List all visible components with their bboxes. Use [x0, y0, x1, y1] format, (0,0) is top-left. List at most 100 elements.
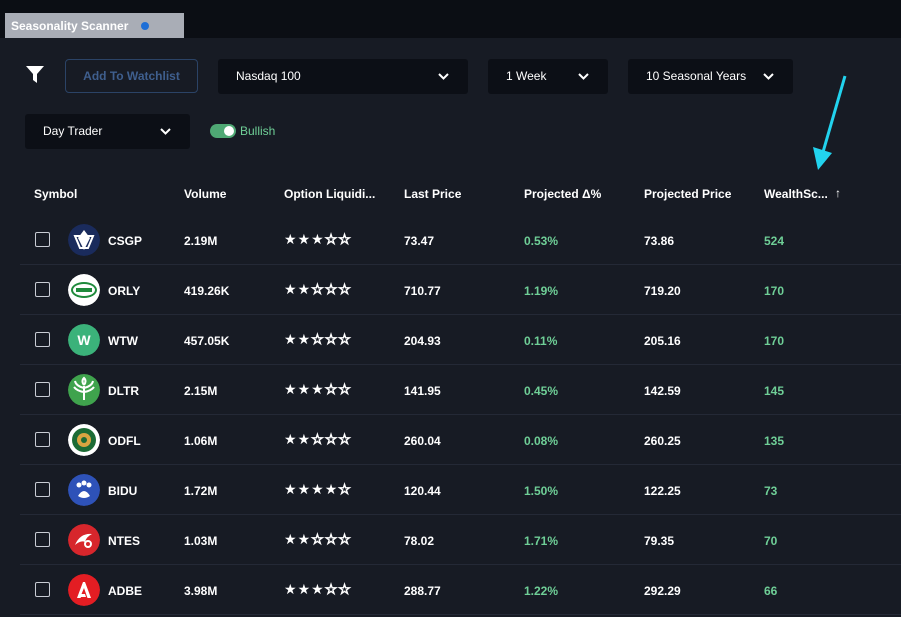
- star-empty-icon: ☆: [311, 531, 325, 548]
- row-checkbox[interactable]: [35, 232, 50, 247]
- volume-cell: 2.15M: [184, 384, 218, 398]
- col-wealthscore[interactable]: WealthSc...: [764, 187, 828, 201]
- star-empty-icon: ☆: [338, 231, 352, 248]
- symbol-cell[interactable]: ORLY: [108, 284, 140, 298]
- chevron-down-icon: [578, 73, 589, 80]
- star-empty-icon: ☆: [338, 281, 352, 298]
- wealthscore-cell: 73: [764, 484, 778, 498]
- col-volume[interactable]: Volume: [184, 187, 226, 201]
- star-filled-icon: ★: [311, 581, 325, 597]
- table-row[interactable]: W WTW 457.05K ★★☆☆☆ 204.93 0.11% 205.16 …: [20, 315, 901, 365]
- last-price-cell: 73.47: [404, 234, 435, 248]
- star-filled-icon: ★: [284, 381, 298, 397]
- volume-cell: 1.06M: [184, 434, 218, 448]
- star-filled-icon: ★: [297, 381, 312, 397]
- row-checkbox[interactable]: [35, 582, 50, 597]
- star-filled-icon: ★: [284, 431, 298, 447]
- col-projected-delta[interactable]: Projected Δ%: [524, 187, 601, 201]
- chevron-down-icon: [438, 73, 449, 80]
- projected-price-cell: 122.25: [644, 484, 681, 498]
- table-row[interactable]: BIDU 1.72M ★★★★☆ 120.44 1.50% 122.25 73: [20, 465, 901, 515]
- wealthscore-cell: 70: [764, 534, 778, 548]
- row-checkbox[interactable]: [35, 332, 50, 347]
- col-option-liquidity[interactable]: Option Liquidi...: [284, 187, 375, 201]
- symbol-cell[interactable]: ODFL: [108, 434, 141, 448]
- symbol-cell[interactable]: BIDU: [108, 484, 137, 498]
- star-empty-icon: ☆: [324, 281, 339, 298]
- projected-price-cell: 79.35: [644, 534, 675, 548]
- top-bar: Seasonality Scanner: [0, 0, 901, 38]
- col-symbol[interactable]: Symbol: [34, 187, 77, 201]
- annotation-arrow-icon: [813, 75, 847, 170]
- star-filled-icon: ★: [297, 581, 312, 597]
- table-row[interactable]: ODFL 1.06M ★★☆☆☆ 260.04 0.08% 260.25 135: [20, 415, 901, 465]
- row-checkbox[interactable]: [35, 482, 50, 497]
- option-liquidity-stars: ★★★☆☆: [284, 381, 352, 398]
- star-filled-icon: ★: [284, 581, 298, 597]
- volume-cell: 419.26K: [184, 284, 230, 298]
- filter-icon[interactable]: [26, 66, 44, 83]
- projected-delta-cell: 0.45%: [524, 384, 559, 398]
- wealthscore-cell: 524: [764, 234, 785, 248]
- row-checkbox[interactable]: [35, 532, 50, 547]
- seasonal-years-dropdown[interactable]: 10 Seasonal Years: [628, 59, 793, 94]
- col-projected-price[interactable]: Projected Price: [644, 187, 731, 201]
- row-checkbox[interactable]: [35, 382, 50, 397]
- star-filled-icon: ★: [311, 231, 325, 247]
- tab-title: Seasonality Scanner: [11, 19, 129, 33]
- volume-cell: 1.72M: [184, 484, 218, 498]
- option-liquidity-stars: ★★☆☆☆: [284, 281, 352, 298]
- projected-price-cell: 292.29: [644, 584, 681, 598]
- sort-ascending-icon[interactable]: ↑: [835, 186, 841, 200]
- tab-status-dot: [141, 22, 149, 30]
- bullish-label: Bullish: [240, 124, 276, 138]
- star-filled-icon: ★: [297, 431, 312, 447]
- option-liquidity-stars: ★★☆☆☆: [284, 331, 352, 348]
- symbol-cell[interactable]: NTES: [108, 534, 140, 548]
- svg-text:W: W: [77, 332, 91, 348]
- bullish-toggle[interactable]: [210, 124, 236, 138]
- option-liquidity-stars: ★★☆☆☆: [284, 431, 352, 448]
- symbol-cell[interactable]: WTW: [108, 334, 138, 348]
- orly-logo-icon: [68, 274, 100, 306]
- star-filled-icon: ★: [311, 481, 325, 497]
- period-dropdown[interactable]: 1 Week: [488, 59, 608, 94]
- wealthscore-cell: 145: [764, 384, 785, 398]
- star-empty-icon: ☆: [324, 431, 339, 448]
- ntes-logo-icon: [68, 524, 100, 556]
- add-to-watchlist-button[interactable]: Add To Watchlist: [65, 59, 198, 93]
- col-last-price[interactable]: Last Price: [404, 187, 461, 201]
- symbol-cell[interactable]: DLTR: [108, 384, 139, 398]
- row-checkbox[interactable]: [35, 282, 50, 297]
- trader-style-value: Day Trader: [43, 124, 103, 138]
- projected-delta-cell: 0.08%: [524, 434, 559, 448]
- projected-delta-cell: 1.19%: [524, 284, 559, 298]
- last-price-cell: 141.95: [404, 384, 441, 398]
- star-filled-icon: ★: [324, 481, 339, 497]
- period-dropdown-value: 1 Week: [506, 69, 547, 83]
- tab-seasonality-scanner[interactable]: Seasonality Scanner: [5, 13, 184, 38]
- star-filled-icon: ★: [284, 281, 298, 297]
- row-checkbox[interactable]: [35, 432, 50, 447]
- symbol-cell[interactable]: ADBE: [108, 584, 142, 598]
- table-row[interactable]: CSGP 2.19M ★★★☆☆ 73.47 0.53% 73.86 524: [20, 215, 901, 265]
- star-filled-icon: ★: [297, 531, 312, 547]
- chevron-down-icon: [160, 128, 171, 135]
- symbol-cell[interactable]: CSGP: [108, 234, 142, 248]
- volume-cell: 457.05K: [184, 334, 230, 348]
- dltr-logo-icon: [68, 374, 100, 406]
- last-price-cell: 204.93: [404, 334, 441, 348]
- star-filled-icon: ★: [284, 231, 298, 247]
- trader-style-dropdown[interactable]: Day Trader: [25, 114, 190, 149]
- last-price-cell: 288.77: [404, 584, 441, 598]
- table-row[interactable]: ORLY 419.26K ★★☆☆☆ 710.77 1.19% 719.20 1…: [20, 265, 901, 315]
- star-empty-icon: ☆: [311, 431, 325, 448]
- table-row[interactable]: NTES 1.03M ★★☆☆☆ 78.02 1.71% 79.35 70: [20, 515, 901, 565]
- index-dropdown[interactable]: Nasdaq 100: [218, 59, 468, 94]
- star-empty-icon: ☆: [338, 581, 352, 598]
- star-empty-icon: ☆: [324, 231, 339, 248]
- projected-delta-cell: 0.11%: [524, 334, 558, 348]
- table-row[interactable]: DLTR 2.15M ★★★☆☆ 141.95 0.45% 142.59 145: [20, 365, 901, 415]
- last-price-cell: 120.44: [404, 484, 441, 498]
- table-row[interactable]: ADBE 3.98M ★★★☆☆ 288.77 1.22% 292.29 66: [20, 565, 901, 615]
